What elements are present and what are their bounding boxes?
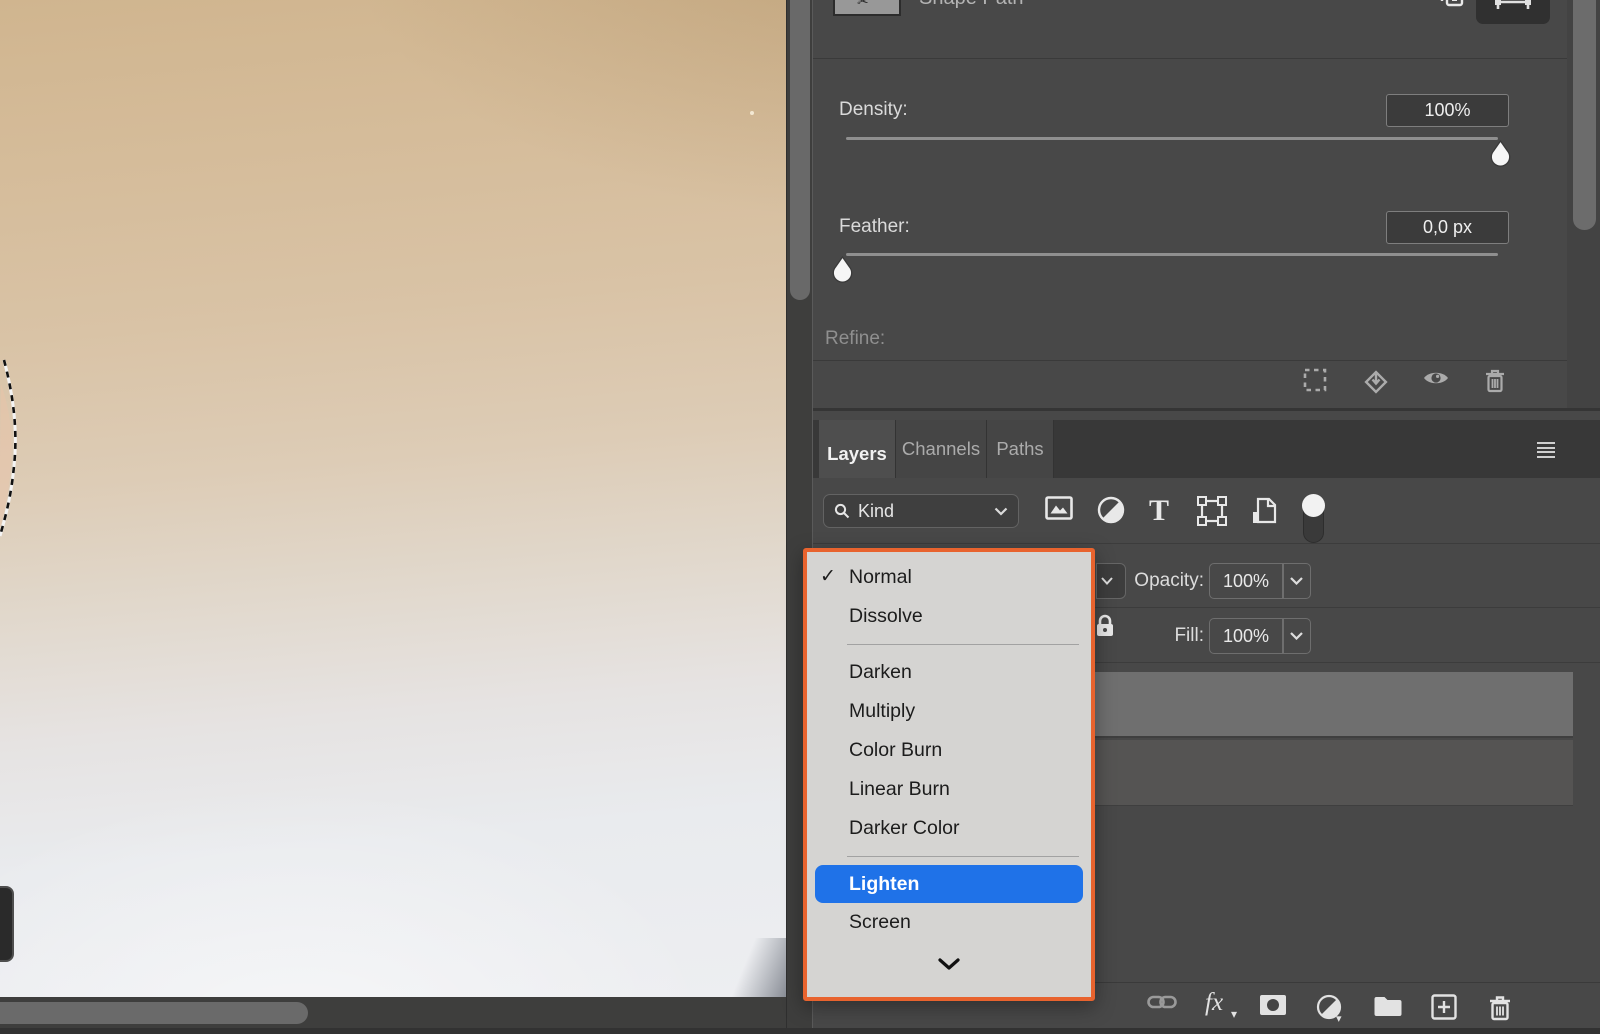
menu-item-label: Dissolve — [849, 605, 923, 628]
panel-menu-icon[interactable] — [1537, 442, 1555, 457]
mask-thumbnail-glyph: ✂ — [857, 0, 873, 10]
group-folder-icon[interactable] — [1373, 994, 1401, 1022]
canvas-image[interactable] — [0, 0, 786, 997]
link-icon[interactable] — [1147, 994, 1175, 1022]
canvas-vertical-scroll-thumb[interactable] — [790, 0, 810, 300]
trash-icon[interactable] — [1483, 368, 1509, 394]
floating-panel-edge — [0, 886, 14, 962]
layer-mask-icon[interactable] — [1259, 994, 1287, 1022]
smart-object-filter-icon[interactable] — [1251, 496, 1281, 526]
feather-slider-track[interactable] — [846, 253, 1498, 256]
menu-item-dissolve[interactable]: Dissolve — [807, 597, 1091, 636]
tab-channels[interactable]: Channels — [896, 420, 987, 478]
menu-item-label: Normal — [849, 566, 912, 589]
type-filter-icon[interactable]: T — [1149, 494, 1179, 524]
menu-item-label: Darken — [849, 661, 912, 684]
tab-layers[interactable]: Layers — [819, 420, 896, 487]
canvas-highlight-dot — [750, 111, 754, 115]
feather-value-field[interactable]: 0,0 px — [1386, 211, 1509, 244]
selection-marching-ants — [0, 352, 32, 544]
fill-value[interactable]: 100% — [1210, 626, 1282, 647]
menu-item-screen[interactable]: Screen — [807, 903, 1091, 942]
selection-marquee-icon[interactable] — [1303, 368, 1329, 394]
divider — [813, 360, 1567, 361]
opacity-field[interactable]: 100% — [1209, 563, 1311, 599]
tab-paths-label: Paths — [996, 438, 1043, 460]
chevron-down-icon — [938, 958, 960, 970]
divider — [813, 543, 1600, 544]
filter-toggle-knob[interactable] — [1302, 494, 1325, 517]
chevron-down-icon[interactable] — [1284, 632, 1311, 640]
density-slider-track[interactable] — [846, 137, 1498, 140]
properties-header-title: Shape Path — [919, 0, 1099, 11]
fx-icon[interactable]: fx▾ — [1205, 989, 1233, 1017]
canvas-corner-shadow — [696, 938, 786, 997]
opacity-label: Opacity: — [1113, 570, 1204, 592]
chevron-down-icon — [994, 507, 1008, 516]
density-label: Density: — [839, 99, 908, 121]
blend-mode-menu: ✓ Normal Dissolve Darken Multiply Color … — [803, 548, 1095, 1001]
photoshop-workspace: ✂ Shape Path Density: 100% — [0, 0, 1600, 1034]
chevron-down-icon — [1101, 577, 1113, 585]
menu-item-label: Color Burn — [849, 739, 942, 762]
menu-item-label: Multiply — [849, 700, 915, 723]
menu-item-multiply[interactable]: Multiply — [807, 692, 1091, 731]
menu-item-darken[interactable]: Darken — [807, 653, 1091, 692]
window-bottom-edge — [0, 1028, 1600, 1034]
search-icon — [834, 503, 850, 519]
add-pixel-mask-icon[interactable] — [1435, 0, 1465, 16]
menu-separator — [847, 644, 1079, 645]
menu-item-label: Linear Burn — [849, 778, 950, 801]
density-slider-handle[interactable] — [1489, 140, 1512, 167]
menu-item-color-burn[interactable]: Color Burn — [807, 731, 1091, 770]
density-value-field[interactable]: 100% — [1386, 94, 1509, 127]
kind-filter-label: Kind — [858, 501, 894, 522]
menu-item-linear-burn[interactable]: Linear Burn — [807, 770, 1091, 809]
fill-label: Fill: — [1133, 625, 1204, 647]
menu-item-label: Screen — [849, 911, 911, 934]
menu-scroll-down[interactable] — [807, 942, 1091, 986]
properties-panel: ✂ Shape Path Density: 100% — [813, 0, 1600, 410]
new-layer-icon[interactable] — [1431, 994, 1459, 1022]
lock-icon[interactable] — [1094, 614, 1116, 638]
eye-icon[interactable] — [1422, 368, 1448, 394]
menu-item-lighten-highlighted[interactable]: Lighten — [815, 865, 1083, 903]
fill-field[interactable]: 100% — [1209, 618, 1311, 654]
opacity-value[interactable]: 100% — [1210, 571, 1282, 592]
canvas-horizontal-scroll-thumb[interactable] — [0, 1002, 308, 1024]
menu-item-normal[interactable]: ✓ Normal — [807, 558, 1091, 597]
shape-filter-icon[interactable] — [1197, 496, 1227, 526]
properties-scroll-thumb[interactable] — [1573, 0, 1596, 230]
refine-label: Refine: — [825, 328, 885, 350]
adjustment-filter-icon[interactable] — [1097, 496, 1127, 526]
add-vector-mask-button[interactable] — [1476, 0, 1550, 24]
menu-item-label: Lighten — [849, 873, 919, 896]
feather-label: Feather: — [839, 216, 910, 238]
tab-paths[interactable]: Paths — [987, 420, 1054, 478]
feather-slider-handle[interactable] — [831, 256, 854, 283]
menu-separator — [847, 856, 1079, 857]
chevron-down-icon[interactable] — [1284, 577, 1311, 585]
apply-mask-icon[interactable] — [1362, 368, 1388, 394]
tab-layers-label: Layers — [827, 443, 887, 465]
trash-icon[interactable] — [1487, 994, 1515, 1022]
adjustment-layer-icon[interactable]: ▾ — [1316, 994, 1344, 1022]
divider — [813, 58, 1567, 59]
menu-item-darker-color[interactable]: Darker Color — [807, 809, 1091, 848]
tab-channels-label: Channels — [902, 438, 980, 460]
kind-filter-select[interactable]: Kind — [823, 494, 1019, 528]
image-filter-icon[interactable] — [1045, 496, 1075, 526]
check-icon: ✓ — [820, 565, 836, 588]
menu-item-label: Darker Color — [849, 817, 960, 840]
